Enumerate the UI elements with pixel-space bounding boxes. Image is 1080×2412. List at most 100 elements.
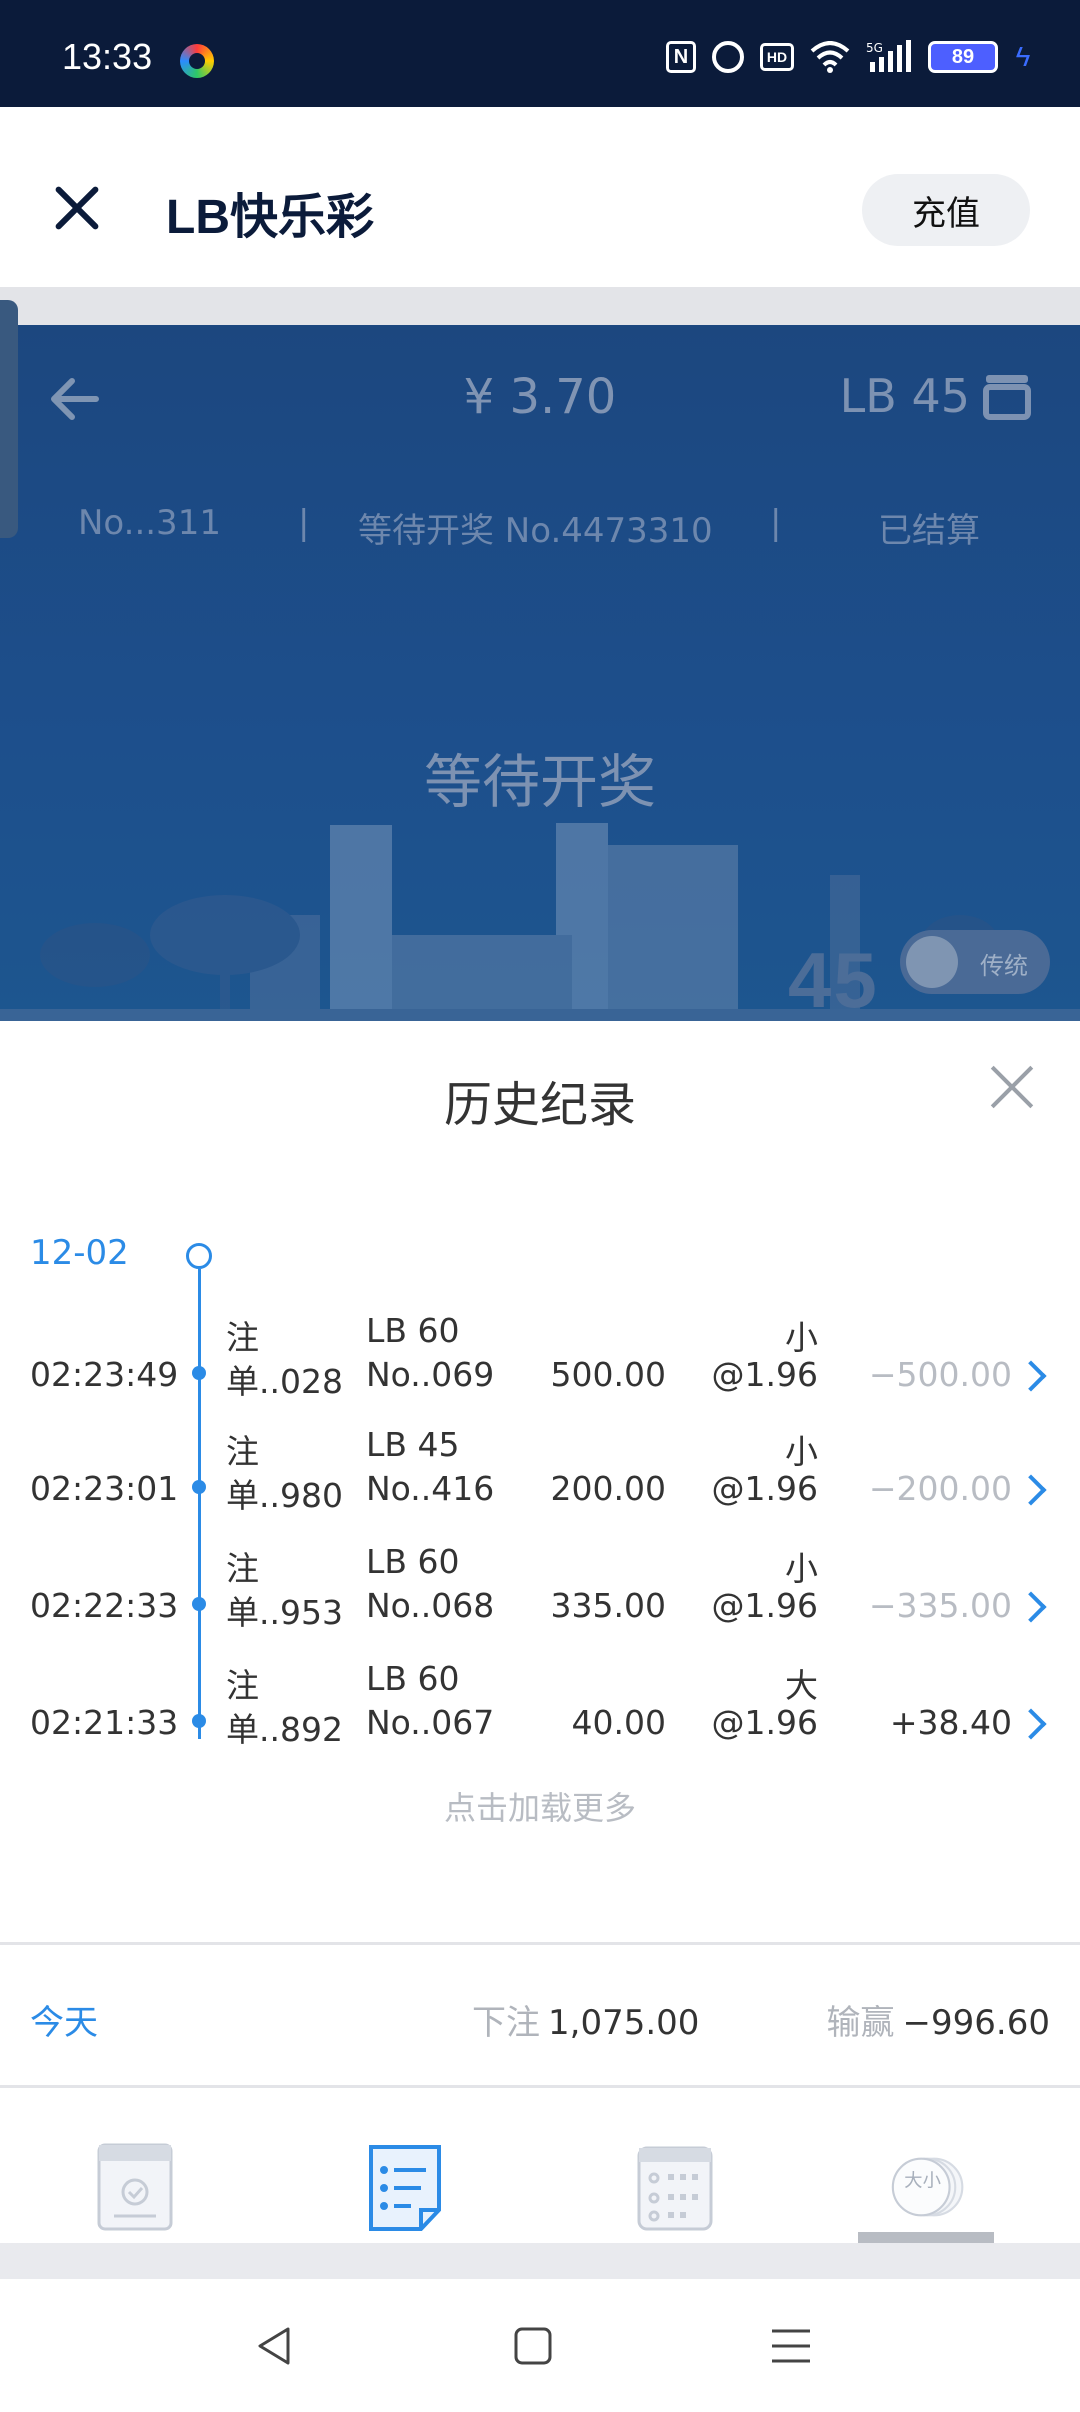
tab-history-list[interactable] xyxy=(366,2142,444,2232)
hd-icon: HD xyxy=(760,43,794,71)
settled-label[interactable]: 已结算 xyxy=(878,503,980,552)
record-order-prefix: 注 xyxy=(226,1432,259,1471)
recharge-button[interactable]: 充值 xyxy=(862,174,1030,246)
round-number-display: 45 xyxy=(788,936,879,1021)
record-result: −500.00 xyxy=(868,1355,1012,1394)
mode-toggle[interactable]: 传统 xyxy=(900,930,1050,994)
record-lb: LB 45 xyxy=(366,1425,460,1464)
app-header: LB快乐彩 充值 xyxy=(0,107,1080,287)
record-odds: @1.96 xyxy=(711,1703,818,1742)
round-info-row: No...311 | 等待开奖 No.4473310 | 已结算 xyxy=(0,503,1080,553)
side-drawer-handle[interactable] xyxy=(0,300,18,538)
record-result: +38.40 xyxy=(889,1703,1012,1742)
timeline-dot xyxy=(192,1480,206,1494)
status-time: 13:33 xyxy=(62,36,153,77)
record-round: No..068 xyxy=(366,1586,495,1625)
history-record[interactable]: 02:21:33 注 单..892 LB 60 No..067 40.00 大 … xyxy=(0,1653,1080,1753)
record-odds: @1.96 xyxy=(711,1586,818,1625)
app-notification-icon xyxy=(180,44,214,78)
record-pick: 小 xyxy=(785,1318,818,1357)
chevron-right-icon[interactable] xyxy=(1015,1474,1047,1506)
record-pick: 小 xyxy=(785,1432,818,1471)
record-odds: @1.96 xyxy=(711,1355,818,1394)
divider xyxy=(0,287,1080,325)
timeline-dot xyxy=(192,1714,206,1728)
win-loss-total: 输赢 −996.60 xyxy=(827,1995,1050,2044)
record-lb: LB 60 xyxy=(366,1542,460,1581)
record-lb: LB 60 xyxy=(366,1659,460,1698)
pending-round: 等待开奖 No.4473310 xyxy=(358,511,713,551)
history-record[interactable]: 02:23:01 注 单..980 LB 45 No..416 200.00 小… xyxy=(0,1419,1080,1519)
tab-ticket[interactable] xyxy=(96,2142,174,2232)
record-time: 02:23:01 xyxy=(30,1469,179,1508)
battery-icon: 89 xyxy=(928,41,998,73)
timeline-dot xyxy=(192,1597,206,1611)
timeline-dot xyxy=(192,1366,206,1380)
record-order-prefix: 注 xyxy=(226,1666,259,1705)
chevron-right-icon[interactable] xyxy=(1015,1591,1047,1623)
record-order: 单..980 xyxy=(226,1476,343,1515)
record-order: 单..953 xyxy=(226,1593,343,1632)
bet-label: 下注 xyxy=(472,2003,540,2043)
bet-value: 1,075.00 xyxy=(548,2003,700,2043)
calendar-grid-icon xyxy=(637,2146,713,2231)
summary-bar: 今天 下注 1,075.00 输赢 −996.60 xyxy=(0,1942,1080,2088)
record-odds: @1.96 xyxy=(711,1469,818,1508)
record-order-prefix: 注 xyxy=(226,1318,259,1357)
page-title: LB快乐彩 xyxy=(166,191,374,244)
record-stake: 40.00 xyxy=(571,1703,666,1742)
chevron-right-icon[interactable] xyxy=(1015,1708,1047,1740)
nfc-icon: N xyxy=(666,41,696,73)
system-nav-bar xyxy=(0,2279,1080,2412)
screen: 13:33 N HD 5G 89 ϟ LB快乐彩 充值 ¥ 3.70 LB 45 xyxy=(0,0,1080,2412)
status-bar: 13:33 N HD 5G 89 ϟ xyxy=(0,0,1080,107)
list-document-icon xyxy=(369,2145,441,2231)
signal-5g-icon: 5G xyxy=(866,40,912,73)
record-order-prefix: 注 xyxy=(226,1549,259,1588)
tab-calendar[interactable] xyxy=(636,2142,714,2232)
separator: | xyxy=(298,503,310,543)
separator: | xyxy=(770,503,782,543)
history-record[interactable]: 02:22:33 注 单..953 LB 60 No..068 335.00 小… xyxy=(0,1536,1080,1636)
status-icons: N HD 5G 89 ϟ xyxy=(666,40,1032,74)
period-selector[interactable]: 今天 xyxy=(30,1995,98,2044)
record-stake: 200.00 xyxy=(550,1469,666,1508)
order-number: No...311 xyxy=(78,503,221,543)
record-order: 单..892 xyxy=(226,1710,343,1749)
history-title: 历史纪录 xyxy=(443,1077,636,1133)
record-order: 单..028 xyxy=(226,1362,343,1401)
close-icon[interactable] xyxy=(990,1065,1034,1109)
bottom-tab-bar: 大小 xyxy=(0,2088,1080,2243)
load-more-button[interactable]: 点击加载更多 xyxy=(0,1783,1080,1829)
record-round: No..416 xyxy=(366,1469,495,1508)
record-time: 02:22:33 xyxy=(30,1586,179,1625)
close-icon[interactable] xyxy=(52,183,102,233)
bet-total: 下注 1,075.00 xyxy=(472,1995,699,2044)
record-time: 02:21:33 xyxy=(30,1703,179,1742)
lb-code[interactable]: LB 45 xyxy=(840,369,970,423)
divider xyxy=(0,2243,1080,2279)
record-round: No..067 xyxy=(366,1703,495,1742)
toggle-label: 传统 xyxy=(980,952,1028,980)
record-lb: LB 60 xyxy=(366,1311,460,1350)
win-value: −996.60 xyxy=(902,2003,1050,2043)
history-record[interactable]: 02:23:49 注 单..028 LB 60 No..069 500.00 小… xyxy=(0,1305,1080,1405)
date-label: 12-02 xyxy=(30,1233,129,1273)
history-sheet: 历史纪录 12-02 02:23:49 注 单..028 LB 60 No..0… xyxy=(0,1021,1080,2244)
back-triangle-icon[interactable] xyxy=(252,2323,298,2369)
tray-icon[interactable] xyxy=(982,371,1032,421)
record-result: −200.00 xyxy=(868,1469,1012,1508)
tab-big-small[interactable]: 大小 xyxy=(890,2142,1000,2232)
toggle-knob xyxy=(906,936,958,988)
svg-text:大小: 大小 xyxy=(904,2170,941,2191)
record-pick: 大 xyxy=(785,1666,818,1705)
win-label: 输赢 xyxy=(826,2003,895,2043)
record-stake: 500.00 xyxy=(550,1355,666,1394)
chevron-right-icon[interactable] xyxy=(1015,1360,1047,1392)
charging-icon: ϟ xyxy=(1015,41,1031,72)
wifi-icon xyxy=(810,41,850,73)
record-pick: 小 xyxy=(785,1549,818,1588)
home-square-icon[interactable] xyxy=(510,2323,556,2369)
record-stake: 335.00 xyxy=(550,1586,666,1625)
recents-menu-icon[interactable] xyxy=(768,2323,814,2369)
